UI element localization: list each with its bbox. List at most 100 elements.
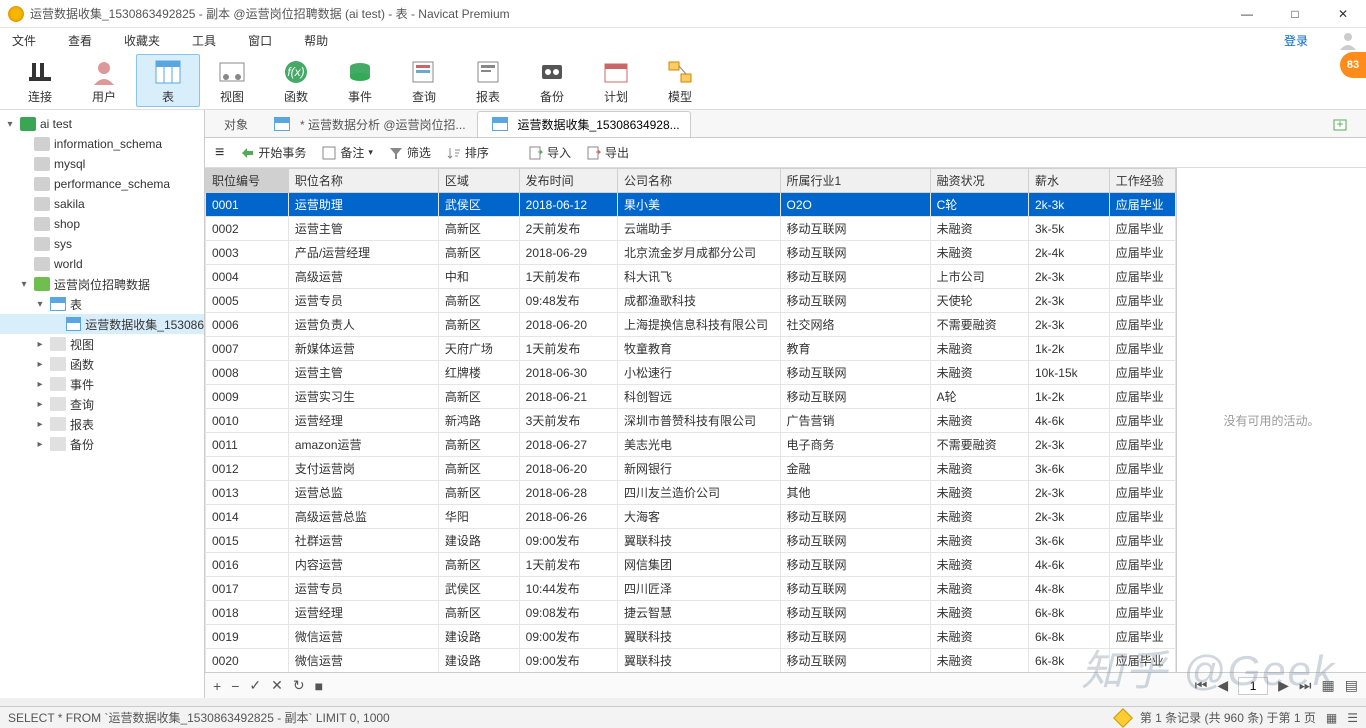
column-header[interactable]: 所属行业1	[780, 169, 930, 193]
table-cell[interactable]: 红牌楼	[438, 361, 519, 385]
table-cell[interactable]: 新媒体运营	[288, 337, 438, 361]
table-cell[interactable]: 4k-6k	[1028, 553, 1109, 577]
tree-schema[interactable]: sys	[0, 234, 204, 254]
toolbar-function[interactable]: f(x)函数	[264, 54, 328, 107]
table-cell[interactable]: 翼联科技	[617, 625, 780, 649]
table-cell[interactable]: 应届毕业	[1109, 553, 1175, 577]
table-cell[interactable]: 0011	[206, 433, 289, 457]
table-cell[interactable]: 运营主管	[288, 217, 438, 241]
table-cell[interactable]: 移动互联网	[780, 529, 930, 553]
table-row[interactable]: 0018运营经理高新区09:08发布捷云智慧移动互联网未融资6k-8k应届毕业	[206, 601, 1176, 625]
stop-button[interactable]: ■	[315, 678, 323, 694]
table-row[interactable]: 0011amazon运营高新区2018-06-27美志光电电子商务不需要融资2k…	[206, 433, 1176, 457]
table-cell[interactable]: 不需要融资	[930, 313, 1028, 337]
table-cell[interactable]: 2k-3k	[1028, 289, 1109, 313]
table-cell[interactable]: 社群运营	[288, 529, 438, 553]
table-cell[interactable]: 其他	[780, 481, 930, 505]
table-cell[interactable]: 社交网络	[780, 313, 930, 337]
table-cell[interactable]: 翼联科技	[617, 529, 780, 553]
table-row[interactable]: 0004高级运营中和1天前发布科大讯飞移动互联网上市公司2k-3k应届毕业	[206, 265, 1176, 289]
refresh-button[interactable]: ↻	[293, 677, 305, 694]
table-cell[interactable]: 0004	[206, 265, 289, 289]
table-cell[interactable]: 移动互联网	[780, 289, 930, 313]
table-cell[interactable]: 应届毕业	[1109, 217, 1175, 241]
toolbar-schedule[interactable]: 计划	[584, 54, 648, 107]
tree-views[interactable]: ▸视图	[0, 334, 204, 354]
tree-database[interactable]: ▾运营岗位招聘数据	[0, 274, 204, 294]
tree-table-item[interactable]: 运营数据收集_153086	[0, 314, 204, 334]
table-cell[interactable]: 应届毕业	[1109, 409, 1175, 433]
table-cell[interactable]: 高新区	[438, 241, 519, 265]
table-cell[interactable]: 不需要融资	[930, 433, 1028, 457]
table-cell[interactable]: 未融资	[930, 457, 1028, 481]
table-cell[interactable]: 运营助理	[288, 193, 438, 217]
table-cell[interactable]: 移动互联网	[780, 625, 930, 649]
form-view-button[interactable]: ▤	[1345, 677, 1358, 694]
table-cell[interactable]: 应届毕业	[1109, 505, 1175, 529]
table-cell[interactable]: 运营实习生	[288, 385, 438, 409]
table-cell[interactable]: 0016	[206, 553, 289, 577]
column-header[interactable]: 职位名称	[288, 169, 438, 193]
tree-events[interactable]: ▸事件	[0, 374, 204, 394]
table-row[interactable]: 0013运营总监高新区2018-06-28四川友兰造价公司其他未融资2k-3k应…	[206, 481, 1176, 505]
table-cell[interactable]: 高新区	[438, 385, 519, 409]
table-cell[interactable]: 2k-3k	[1028, 193, 1109, 217]
table-cell[interactable]: 1k-2k	[1028, 337, 1109, 361]
menu-favorites[interactable]: 收藏夹	[120, 30, 164, 51]
table-cell[interactable]: 2018-06-29	[519, 241, 617, 265]
table-row[interactable]: 0003产品/运营经理高新区2018-06-29北京流金岁月成都分公司移动互联网…	[206, 241, 1176, 265]
tree-queries[interactable]: ▸查询	[0, 394, 204, 414]
tab-analysis[interactable]: * 运营数据分析 @运营岗位招...	[259, 111, 477, 137]
table-cell[interactable]: 移动互联网	[780, 601, 930, 625]
table-cell[interactable]: 2k-3k	[1028, 433, 1109, 457]
table-cell[interactable]: 应届毕业	[1109, 337, 1175, 361]
table-cell[interactable]: 移动互联网	[780, 217, 930, 241]
table-cell[interactable]: 运营负责人	[288, 313, 438, 337]
table-cell[interactable]: 2018-06-12	[519, 193, 617, 217]
table-cell[interactable]: 大海客	[617, 505, 780, 529]
table-row[interactable]: 0019微信运营建设路09:00发布翼联科技移动互联网未融资6k-8k应届毕业	[206, 625, 1176, 649]
table-cell[interactable]: 高新区	[438, 313, 519, 337]
table-cell[interactable]: 未融资	[930, 625, 1028, 649]
table-row[interactable]: 0017运营专员武侯区10:44发布四川匠泽移动互联网未融资4k-8k应届毕业	[206, 577, 1176, 601]
table-cell[interactable]: 2018-06-20	[519, 457, 617, 481]
table-cell[interactable]: 高新区	[438, 433, 519, 457]
login-link[interactable]: 登录	[1284, 32, 1308, 49]
table-row[interactable]: 0020微信运营建设路09:00发布翼联科技移动互联网未融资6k-8k应届毕业	[206, 649, 1176, 673]
table-cell[interactable]: 金融	[780, 457, 930, 481]
table-cell[interactable]: 应届毕业	[1109, 481, 1175, 505]
menu-file[interactable]: 文件	[8, 30, 40, 51]
table-cell[interactable]: 0005	[206, 289, 289, 313]
table-cell[interactable]: 武侯区	[438, 193, 519, 217]
table-cell[interactable]: 0012	[206, 457, 289, 481]
table-row[interactable]: 0014高级运营总监华阳2018-06-26大海客移动互联网未融资2k-3k应届…	[206, 505, 1176, 529]
column-header[interactable]: 区域	[438, 169, 519, 193]
table-cell[interactable]: 微信运营	[288, 649, 438, 673]
tree-functions[interactable]: ▸函数	[0, 354, 204, 374]
menu-view[interactable]: 查看	[64, 30, 96, 51]
tree-schema[interactable]: mysql	[0, 154, 204, 174]
table-cell[interactable]: 1天前发布	[519, 265, 617, 289]
table-cell[interactable]: 未融资	[930, 337, 1028, 361]
table-cell[interactable]: 4k-6k	[1028, 409, 1109, 433]
table-cell[interactable]: 2k-3k	[1028, 313, 1109, 337]
filter-button[interactable]: 筛选	[389, 144, 431, 161]
table-cell[interactable]: 2018-06-21	[519, 385, 617, 409]
apply-button[interactable]: ✓	[249, 677, 261, 694]
table-cell[interactable]: 上海提换信息科技有限公司	[617, 313, 780, 337]
tree-schema[interactable]: world	[0, 254, 204, 274]
table-cell[interactable]: 应届毕业	[1109, 625, 1175, 649]
table-cell[interactable]: 天府广场	[438, 337, 519, 361]
table-row[interactable]: 0016内容运营高新区1天前发布网信集团移动互联网未融资4k-6k应届毕业	[206, 553, 1176, 577]
toolbar-query[interactable]: 查询	[392, 54, 456, 107]
table-cell[interactable]: 6k-8k	[1028, 601, 1109, 625]
table-cell[interactable]: 2018-06-27	[519, 433, 617, 457]
table-cell[interactable]: 果小美	[617, 193, 780, 217]
grid-view-button[interactable]: ▦	[1322, 677, 1335, 694]
table-cell[interactable]: 建设路	[438, 649, 519, 673]
table-cell[interactable]: 产品/运营经理	[288, 241, 438, 265]
table-cell[interactable]: 移动互联网	[780, 553, 930, 577]
table-cell[interactable]: 0003	[206, 241, 289, 265]
toolbar-connect[interactable]: 连接	[8, 54, 72, 107]
table-cell[interactable]: 运营专员	[288, 577, 438, 601]
